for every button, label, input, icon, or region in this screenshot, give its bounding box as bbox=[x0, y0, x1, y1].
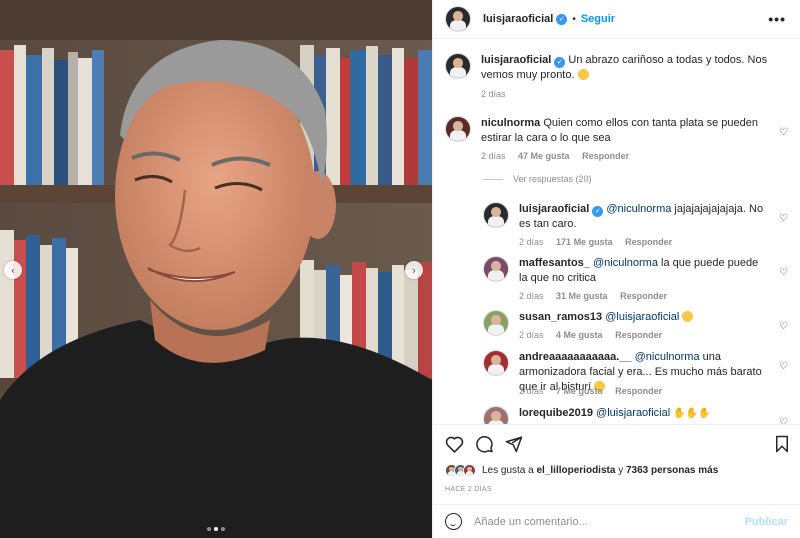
heart-icon[interactable]: ♡ bbox=[779, 359, 788, 374]
likes-user[interactable]: el_lilloperiodista bbox=[537, 465, 616, 476]
emoji-icon bbox=[682, 311, 694, 322]
bookmark-icon[interactable] bbox=[774, 435, 790, 453]
comment-meta: 2 días 47 Me gusta Responder bbox=[481, 149, 639, 164]
reply-text: luisjaraoficial ✓ @niculnorma jajajajajaj… bbox=[519, 202, 766, 232]
emoji-icon bbox=[577, 69, 589, 80]
comment-time[interactable]: 2 días bbox=[481, 151, 506, 161]
comment-text: niculnorma Quien como ellos con tanta pl… bbox=[481, 116, 766, 146]
caption-text: luisjaraoficial ✓ Un abrazo cariñoso a to… bbox=[481, 53, 782, 83]
more-icon[interactable]: ••• bbox=[768, 11, 786, 27]
heart-icon[interactable]: ♡ bbox=[779, 415, 788, 424]
reply-meta: 2 días 4 Me gusta Responder bbox=[519, 328, 672, 343]
reply-username[interactable]: luisjaraoficial bbox=[519, 203, 589, 215]
view-replies-button[interactable]: Ver respuestas (20) bbox=[483, 174, 592, 184]
reply-button[interactable]: Responder bbox=[625, 237, 672, 247]
heart-icon[interactable]: ♡ bbox=[779, 125, 788, 140]
header-separator: • bbox=[572, 13, 576, 25]
heart-icon[interactable] bbox=[445, 435, 464, 453]
reply-meta: 2 días 31 Me gusta Responder bbox=[519, 289, 677, 304]
comment-username[interactable]: niculnorma bbox=[481, 117, 540, 129]
replier-avatar[interactable] bbox=[483, 202, 509, 228]
comments-list[interactable]: luisjaraoficial ✓ Un abrazo cariñoso a to… bbox=[433, 40, 800, 424]
likers-avatars bbox=[445, 464, 476, 477]
reply-button[interactable]: Responder bbox=[620, 291, 667, 301]
reply-likes[interactable]: 171 Me gusta bbox=[556, 237, 613, 247]
author-avatar[interactable] bbox=[445, 53, 471, 79]
comment-icon[interactable] bbox=[475, 435, 494, 453]
chevron-left-icon[interactable]: ‹ bbox=[4, 261, 22, 279]
clapping-hands-icon: ✋✋✋ bbox=[673, 408, 711, 419]
heart-icon[interactable]: ♡ bbox=[779, 211, 788, 226]
post-photo bbox=[0, 0, 432, 538]
comment-likes[interactable]: 47 Me gusta bbox=[518, 151, 570, 161]
reply-text: susan_ramos13 @luisjaraoficial bbox=[519, 310, 766, 325]
reply-username[interactable]: andreaaaaaaaaaaa.__ bbox=[519, 351, 632, 363]
reply-button[interactable]: Responder bbox=[582, 151, 629, 161]
reply-likes[interactable]: 31 Me gusta bbox=[556, 291, 608, 301]
reply-mention[interactable]: @niculnorma bbox=[635, 351, 700, 363]
emoji-icon[interactable] bbox=[445, 513, 462, 530]
replier-avatar[interactable] bbox=[483, 310, 509, 336]
post-media[interactable]: ‹ › bbox=[0, 0, 432, 538]
view-replies-label: Ver respuestas (20) bbox=[513, 174, 592, 184]
commenter-avatar[interactable] bbox=[445, 116, 471, 142]
share-icon[interactable] bbox=[505, 435, 523, 453]
reply-likes[interactable]: 7 Me gusta bbox=[556, 386, 603, 396]
post-dialog: ‹ › luisjaraoficial ✓ • Seguir ••• luisj… bbox=[0, 0, 800, 538]
caption-time[interactable]: 2 días bbox=[481, 89, 506, 99]
carousel-dot bbox=[207, 527, 211, 531]
post-panel: luisjaraoficial ✓ • Seguir ••• luisjarao… bbox=[432, 0, 800, 538]
reply-username[interactable]: susan_ramos13 bbox=[519, 311, 602, 323]
heart-icon[interactable]: ♡ bbox=[779, 319, 788, 334]
reply-mention[interactable]: @niculnorma bbox=[606, 203, 671, 215]
heart-icon[interactable]: ♡ bbox=[779, 265, 788, 280]
reply-button[interactable]: Responder bbox=[615, 330, 662, 340]
carousel-dot-active bbox=[214, 527, 218, 531]
reply-time[interactable]: 2 días bbox=[519, 386, 544, 396]
post-time[interactable]: HACE 2 DÍAS bbox=[445, 486, 492, 493]
post-header: luisjaraoficial ✓ • Seguir ••• bbox=[433, 0, 800, 39]
replier-avatar[interactable] bbox=[483, 350, 509, 376]
reply-time[interactable]: 2 días bbox=[519, 237, 544, 247]
reply-username[interactable]: lorequibe2019 bbox=[519, 407, 593, 419]
reply-button[interactable]: Responder bbox=[615, 386, 662, 396]
verified-icon: ✓ bbox=[554, 57, 566, 68]
author-avatar[interactable] bbox=[445, 6, 471, 32]
verified-icon: ✓ bbox=[592, 206, 604, 217]
replier-avatar[interactable] bbox=[483, 406, 509, 424]
reply-time[interactable]: 2 días bbox=[519, 291, 544, 301]
reply-meta: 2 días 7 Me gusta Responder bbox=[519, 384, 672, 399]
likes-summary: Les gusta a el_lilloperiodista y 7363 pe… bbox=[445, 464, 788, 477]
follow-button[interactable]: Seguir bbox=[581, 13, 615, 25]
reply-time[interactable]: 2 días bbox=[519, 330, 544, 340]
chevron-right-icon[interactable]: › bbox=[405, 261, 423, 279]
reply-likes[interactable]: 4 Me gusta bbox=[556, 330, 603, 340]
carousel-dots bbox=[0, 527, 432, 531]
likes-connector: y bbox=[618, 465, 624, 476]
likes-prefix: Les gusta a bbox=[482, 465, 534, 476]
caption-username[interactable]: luisjaraoficial bbox=[481, 54, 551, 66]
reply-mention[interactable]: @luisjaraoficial bbox=[605, 311, 679, 323]
comment-composer: Publicar bbox=[433, 504, 800, 538]
likes-count[interactable]: 7363 personas más bbox=[626, 465, 718, 476]
reply-text: maffesantos_ @niculnorma la que puede pu… bbox=[519, 256, 766, 286]
action-bar bbox=[433, 424, 800, 464]
caption-meta: 2 días bbox=[481, 87, 516, 102]
reply-meta: 2 días 171 Me gusta Responder bbox=[519, 235, 682, 250]
author-username[interactable]: luisjaraoficial bbox=[483, 13, 553, 25]
reply-username[interactable]: maffesantos_ bbox=[519, 257, 590, 269]
publish-button[interactable]: Publicar bbox=[745, 516, 788, 528]
comment-input[interactable] bbox=[474, 515, 745, 528]
reply-mention[interactable]: @luisjaraoficial bbox=[596, 407, 670, 419]
replier-avatar[interactable] bbox=[483, 256, 509, 282]
carousel-dot bbox=[221, 527, 225, 531]
reply-text: lorequibe2019 @luisjaraoficial ✋✋✋ bbox=[519, 406, 766, 421]
liker-avatar[interactable] bbox=[463, 464, 476, 477]
verified-icon: ✓ bbox=[556, 13, 568, 25]
replies-divider bbox=[483, 178, 503, 180]
reply-mention[interactable]: @niculnorma bbox=[593, 257, 658, 269]
